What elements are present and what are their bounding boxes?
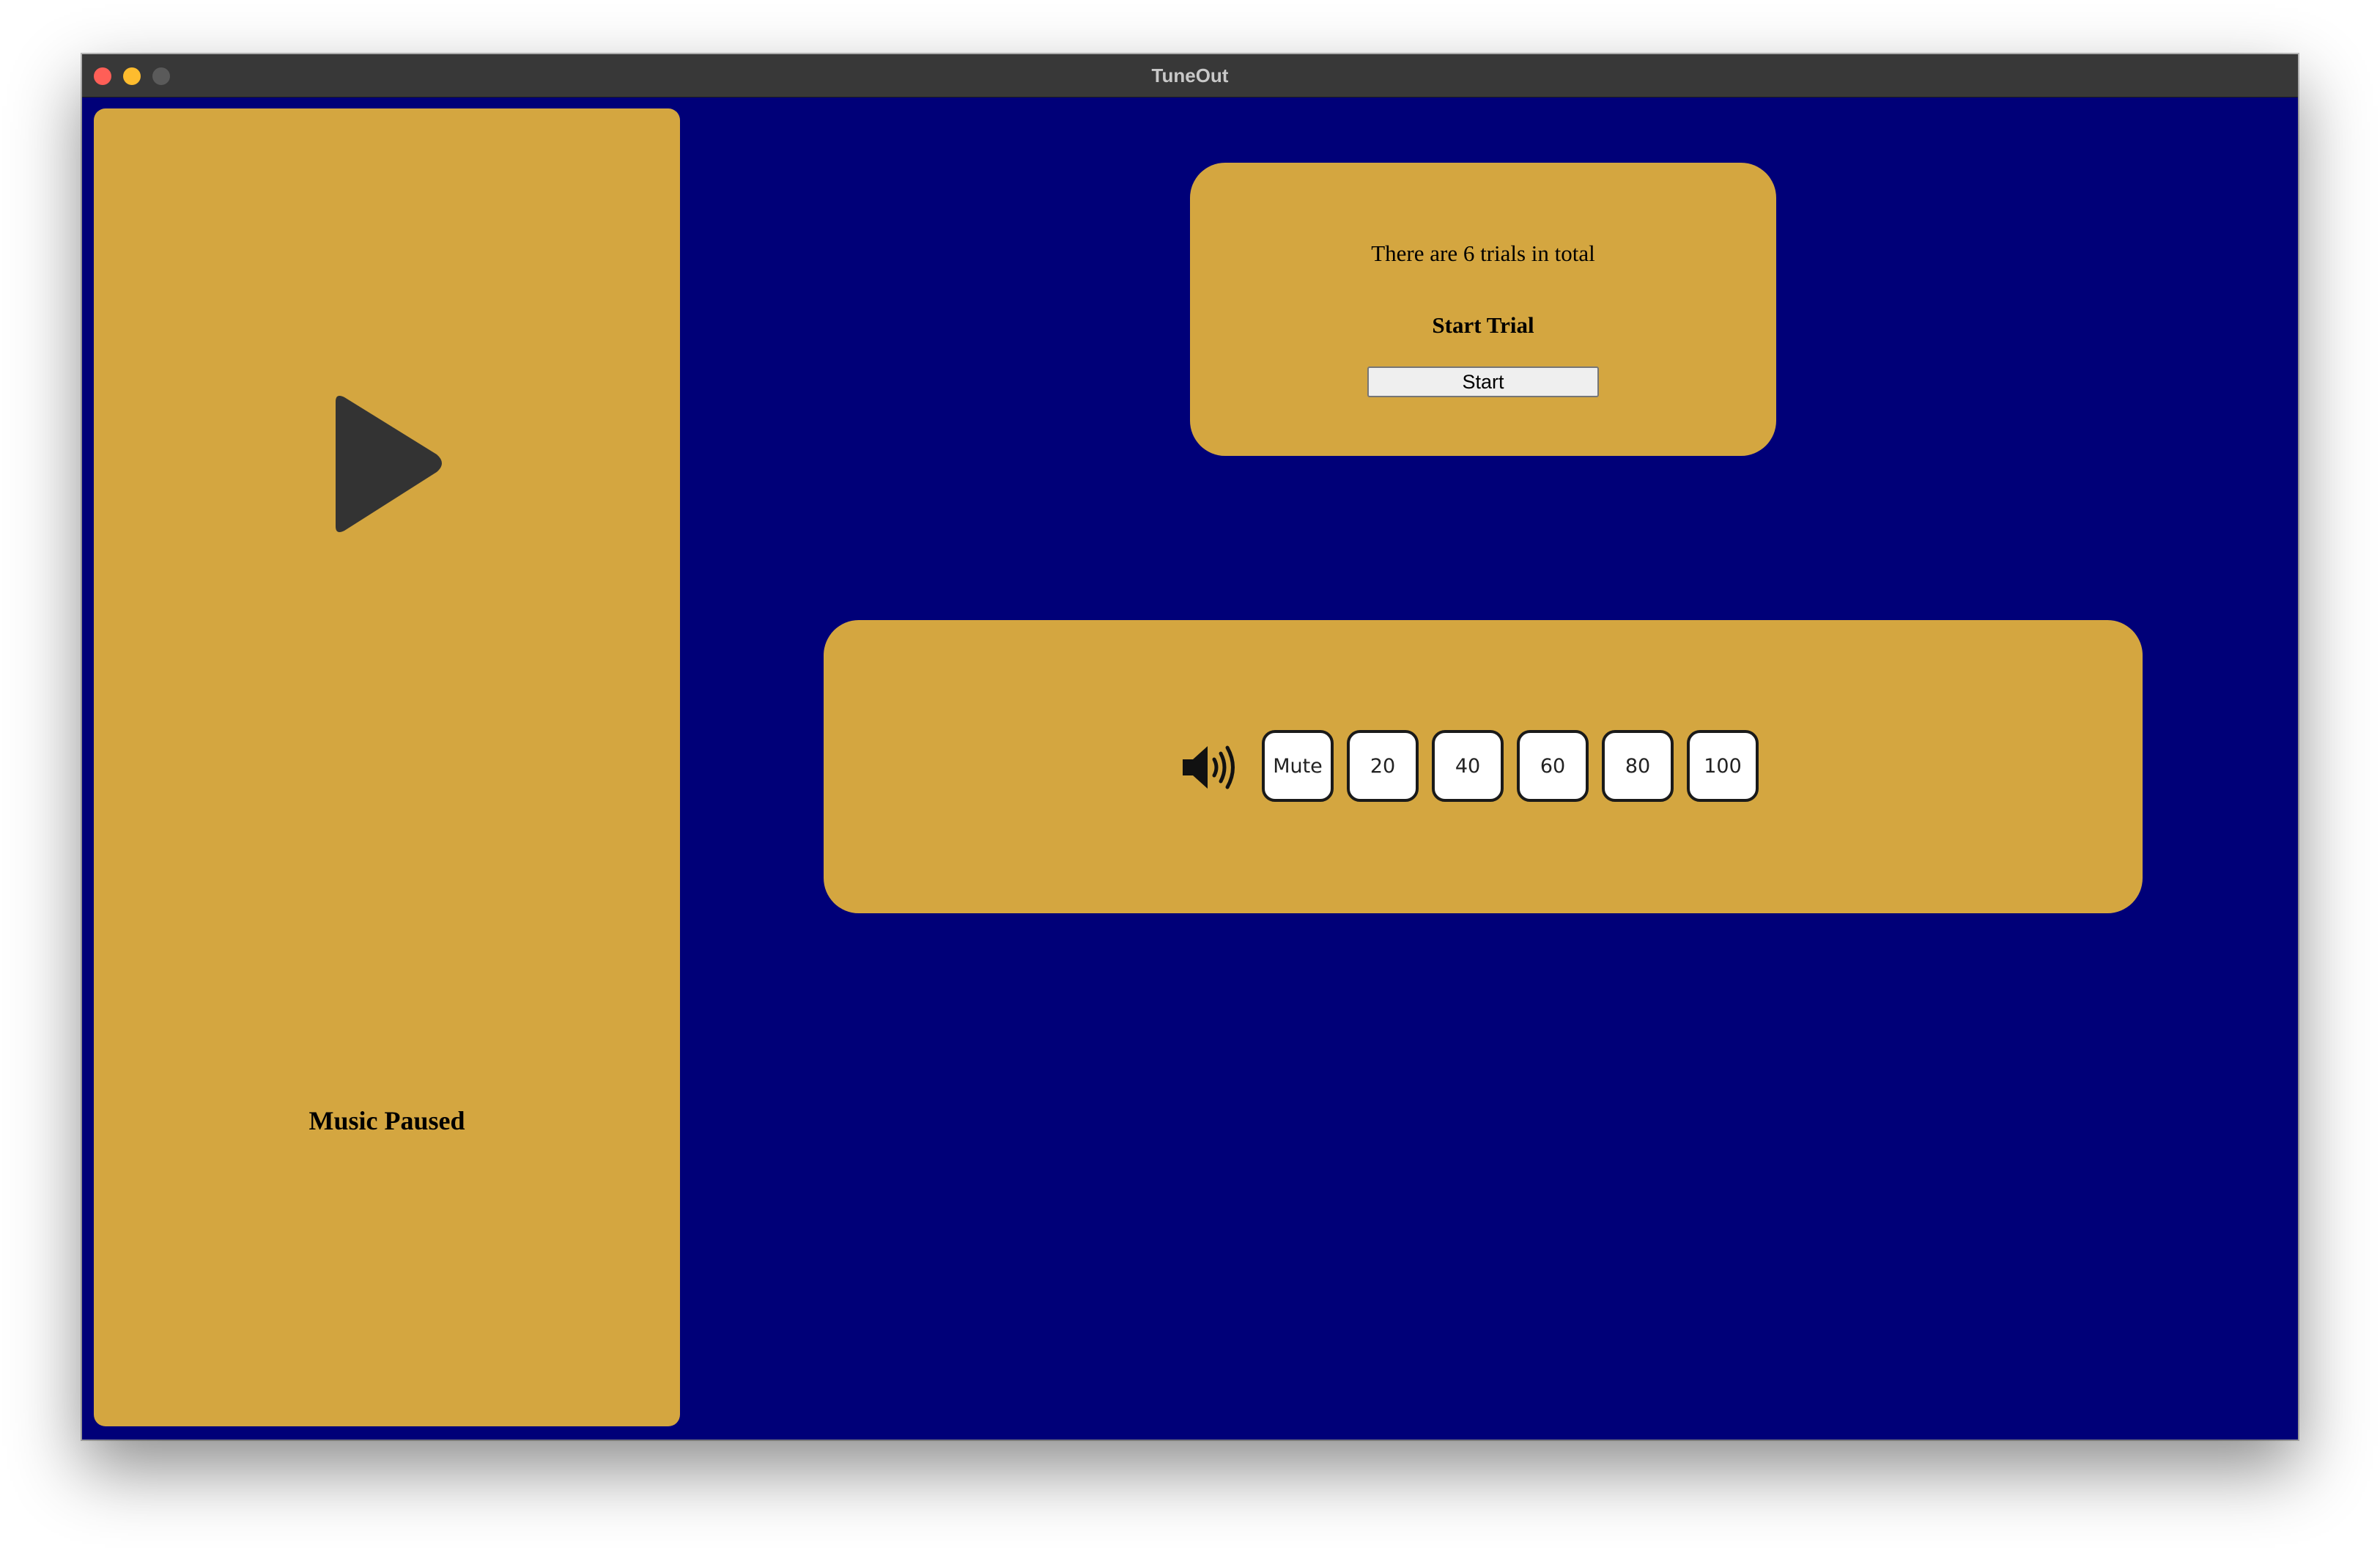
volume-level-button-60[interactable]: 60: [1517, 730, 1589, 802]
trial-count-text: There are 6 trials in total: [1371, 240, 1595, 266]
volume-level-buttons: Mute 20 40 60 80 100: [1262, 730, 1759, 802]
window-title: TuneOut: [1151, 64, 1229, 86]
play-button[interactable]: [314, 387, 460, 541]
title-bar: TuneOut: [82, 54, 2298, 97]
start-button[interactable]: Start: [1367, 366, 1599, 397]
volume-level-button-100[interactable]: 100: [1687, 730, 1759, 802]
volume-level-button-40[interactable]: 40: [1432, 730, 1504, 802]
app-window: TuneOut Music Paused There are 6 trials …: [82, 54, 2298, 1440]
speaker-volume-icon: [1183, 745, 1235, 789]
app-content: Music Paused There are 6 trials in total…: [82, 97, 2298, 1440]
player-panel: Music Paused: [94, 108, 680, 1426]
volume-level-button-80[interactable]: 80: [1602, 730, 1674, 802]
volume-level-button-20[interactable]: 20: [1347, 730, 1419, 802]
start-trial-heading: Start Trial: [1432, 312, 1534, 338]
volume-level-button-mute[interactable]: Mute: [1262, 730, 1334, 802]
music-status-text: Music Paused: [308, 1106, 465, 1135]
play-icon: [336, 396, 442, 532]
trial-card: There are 6 trials in total Start Trial …: [1190, 163, 1776, 456]
volume-card: Mute 20 40 60 80 100: [824, 620, 2143, 913]
